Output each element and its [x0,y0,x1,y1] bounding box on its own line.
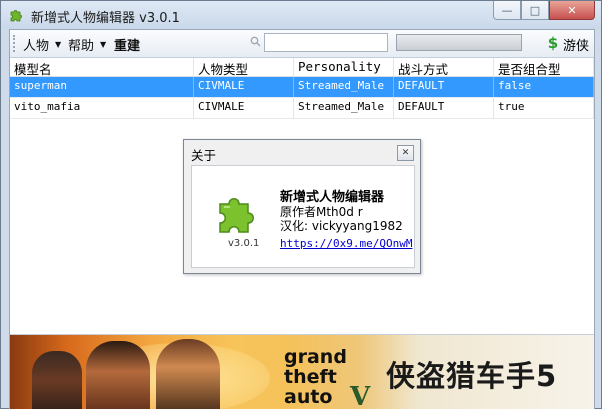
toolbar-grip-icon[interactable] [13,35,17,52]
about-content: v3.0.1 新增式人物编辑器 原作者Mth0d r 汉化: vickyyang… [191,165,415,268]
menu-person[interactable]: 人物 ▼ [23,35,61,54]
toolbar: 人物 ▼ 帮助 ▼ 重建 $ 游侠 [10,30,594,58]
table-cell: Streamed_Male [294,98,394,118]
localization-line: 汉化: vickyyang1982 [280,219,403,233]
table-cell: superman [10,77,194,97]
table-header: 模型名 人物类型 Personality 战斗方式 是否组合型 [10,58,594,77]
table-cell: DEFAULT [394,77,494,97]
caret-down-icon: ▼ [100,40,107,49]
menu-help[interactable]: 帮助 ▼ [68,35,106,54]
caret-down-icon: ▼ [55,40,62,49]
homepage-link[interactable]: https://0x9.me/QOnwM [280,237,412,250]
menu-help-label: 帮助 [68,39,95,54]
app-window: 新增式人物编辑器 v3.0.1 — □ ✕ 人物 ▼ 帮助 ▼ 重建 $ 游侠 … [0,0,602,409]
window-controls: — □ ✕ [493,1,595,20]
about-dialog-title: 关于 [191,148,217,163]
column-header[interactable]: 是否组合型 [494,58,594,76]
logo-numeral: V [349,382,371,409]
table-cell: false [494,77,594,97]
dollar-icon[interactable]: $ [546,35,560,51]
puzzle-icon [10,10,22,22]
about-close-button[interactable]: ✕ [397,145,414,161]
table-cell: Streamed_Male [294,77,394,97]
about-dialog: 关于 ✕ v3.0.1 新增式人物编辑器 原作者Mth0d r 汉化: vick… [183,139,421,274]
ad-banner[interactable]: grand theft auto V 侠盗猎车手5 [10,334,594,409]
table-cell: DEFAULT [394,98,494,118]
version-label: v3.0.1 [228,238,260,249]
table-row[interactable]: vito_mafia CIVMALE Streamed_Male DEFAULT… [10,98,594,119]
rebuild-button[interactable]: 重建 [114,35,140,54]
maximize-button[interactable]: □ [521,1,549,20]
puzzle-icon [219,198,254,233]
table-cell: CIVMALE [194,77,294,97]
column-header[interactable]: Personality [294,58,394,76]
table-row[interactable]: superman CIVMALE Streamed_Male DEFAULT f… [10,77,594,98]
logo-text: theft [284,366,337,388]
column-header[interactable]: 战斗方式 [394,58,494,76]
search-input[interactable] [264,33,388,52]
ranger-link[interactable]: 游侠 [563,35,589,54]
window-title: 新增式人物编辑器 v3.0.1 [31,11,180,26]
title-bar[interactable]: 新增式人物编辑器 v3.0.1 — □ ✕ [1,1,601,29]
column-header[interactable]: 模型名 [10,58,194,76]
logo-text: grand [284,346,347,368]
table-cell: vito_mafia [10,98,194,118]
gta-logo: grand theft auto V [284,346,371,409]
character-table: 模型名 人物类型 Personality 战斗方式 是否组合型 superman… [10,58,594,119]
column-header[interactable]: 人物类型 [194,58,294,76]
banner-character [156,339,220,409]
banner-title: 侠盗猎车手5 [386,359,558,393]
minimize-button[interactable]: — [493,1,521,20]
progress-bar [396,34,522,51]
search-icon [250,36,261,47]
close-button[interactable]: ✕ [549,1,595,20]
banner-character [86,341,150,409]
logo-text: auto [284,386,332,408]
menu-person-label: 人物 [23,39,50,54]
table-cell: CIVMALE [194,98,294,118]
banner-character [32,351,82,409]
table-cell: true [494,98,594,118]
main-area: 人物 ▼ 帮助 ▼ 重建 $ 游侠 模型名 人物类型 Personality 战 [9,29,595,409]
